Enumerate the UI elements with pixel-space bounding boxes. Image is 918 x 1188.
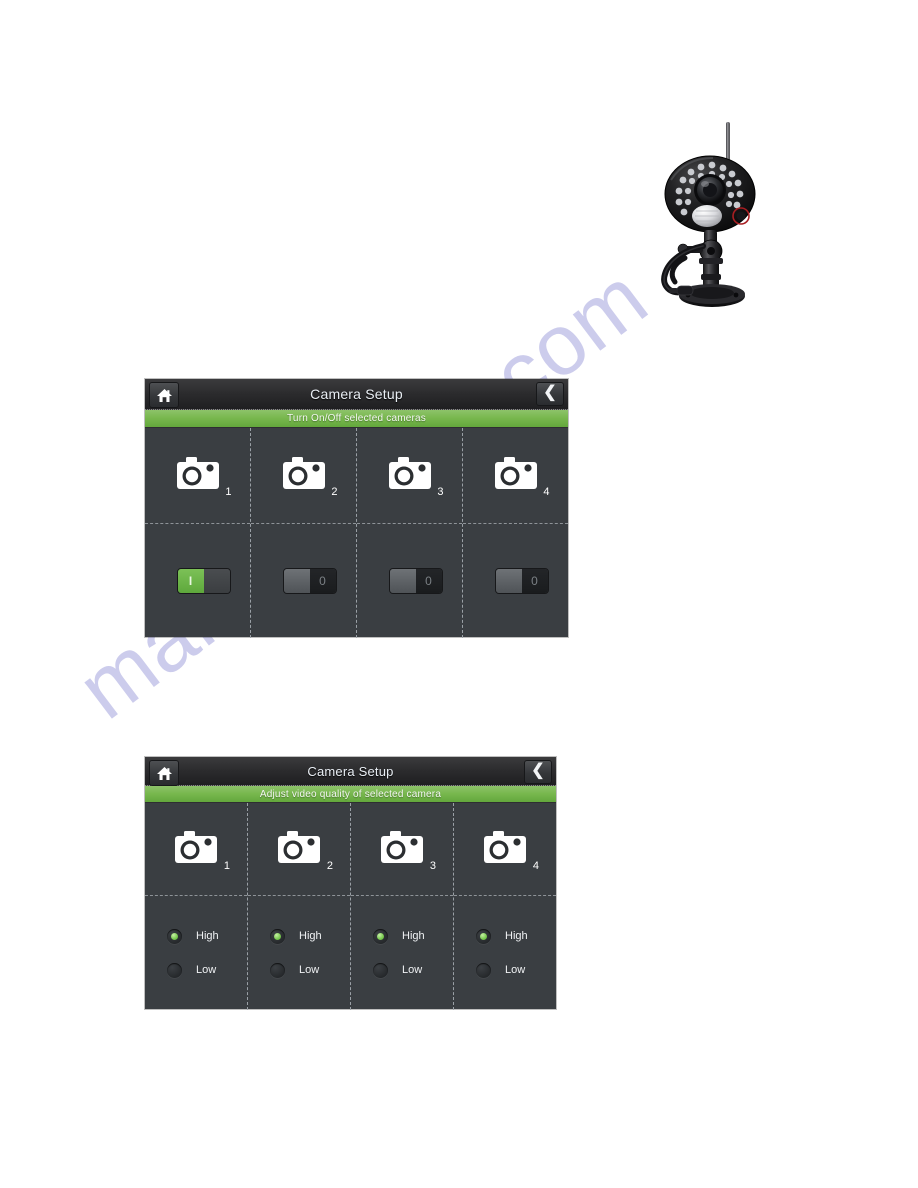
instruction-text: Turn On/Off selected cameras [287, 413, 426, 424]
camera-index-label: 3 [429, 859, 436, 872]
quality-options-cell-1: High Low [145, 896, 247, 1010]
back-button[interactable]: ❮ [536, 382, 564, 406]
camera-index-label: 2 [326, 859, 333, 872]
quality-options-cell-3: High Low [351, 896, 453, 1010]
camera-cell-1[interactable]: 1 [145, 803, 247, 896]
quality-option-high-1[interactable]: High [167, 928, 219, 944]
back-chevron-icon: ❮ [531, 762, 545, 779]
quality-option-label: High [299, 930, 322, 942]
camera-icon [176, 457, 219, 489]
instruction-banner: Adjust video quality of selected camera [145, 786, 556, 803]
wireless-security-camera-photo [655, 118, 810, 313]
quality-option-label: Low [505, 964, 526, 976]
quality-option-label: High [196, 930, 219, 942]
camera-column-1: 1 High Low [145, 803, 247, 1010]
screen-title: Camera Setup [310, 386, 403, 402]
home-icon [156, 388, 172, 402]
camera-cell-3[interactable]: 3 [357, 428, 462, 524]
camera-column-3: 3 0 [356, 428, 462, 638]
camera-power-toggle-1[interactable]: I [176, 568, 231, 594]
camera-index-label: 3 [437, 486, 444, 498]
back-chevron-icon: ❮ [543, 384, 557, 401]
camera-toggle-cell-3: 0 [357, 524, 462, 638]
camera-power-toggle-3[interactable]: 0 [388, 568, 443, 594]
quality-option-label: High [505, 930, 528, 942]
camera-cell-3[interactable]: 3 [351, 803, 453, 896]
toggle-on-segment [283, 569, 310, 593]
quality-option-low-3[interactable]: Low [373, 962, 423, 978]
camera-index-label: 4 [532, 859, 539, 872]
camera-icon [494, 457, 537, 489]
quality-options-cell-4: High Low [454, 896, 556, 1010]
camera-icon [484, 830, 526, 863]
camera-icon [278, 830, 320, 863]
camera-setup-quality-screen: Camera Setup ❮ Adjust video quality of s… [145, 757, 556, 1010]
camera-column-1: 1 I [145, 428, 250, 638]
home-button[interactable] [149, 760, 179, 786]
camera-power-toggle-4[interactable]: 0 [494, 568, 549, 594]
quality-option-high-2[interactable]: High [270, 928, 322, 944]
camera-index-label: 1 [223, 859, 230, 872]
toggle-on-segment: I [177, 569, 204, 593]
toggle-off-segment: 0 [521, 569, 548, 593]
camera-index-label: 1 [225, 486, 232, 498]
camera-icon [175, 830, 217, 863]
camera-column-4: 4 0 [462, 428, 568, 638]
camera-index-label: 4 [543, 486, 550, 498]
home-button[interactable] [149, 382, 179, 408]
radio-led-icon [476, 962, 491, 978]
camera-grid: 1 High Low 2 High Low 3 High Low 4 High … [145, 803, 556, 1010]
camera-icon [282, 457, 325, 489]
camera-toggle-cell-2: 0 [251, 524, 356, 638]
camera-cell-4[interactable]: 4 [463, 428, 568, 524]
camera-icon [388, 457, 431, 489]
camera-column-3: 3 High Low [350, 803, 453, 1010]
home-icon [156, 766, 172, 780]
toggle-on-segment [389, 569, 416, 593]
quality-option-low-2[interactable]: Low [270, 962, 320, 978]
camera-setup-onoff-screen: Camera Setup ❮ Turn On/Off selected came… [145, 379, 568, 638]
instruction-text: Adjust video quality of selected camera [259, 788, 442, 800]
quality-option-label: Low [196, 964, 217, 976]
radio-led-icon [270, 928, 285, 944]
toggle-off-segment [203, 569, 230, 593]
quality-option-label: Low [299, 964, 320, 976]
camera-column-4: 4 High Low [453, 803, 556, 1010]
quality-option-high-4[interactable]: High [476, 928, 528, 944]
quality-options-cell-2: High Low [248, 896, 350, 1010]
quality-option-label: High [402, 930, 425, 942]
toggle-on-segment [495, 569, 522, 593]
quality-option-low-4[interactable]: Low [476, 962, 526, 978]
toggle-off-segment: 0 [415, 569, 442, 593]
camera-toggle-cell-1: I [145, 524, 250, 638]
radio-led-icon [373, 928, 388, 944]
camera-power-toggle-2[interactable]: 0 [282, 568, 337, 594]
quality-option-high-3[interactable]: High [373, 928, 425, 944]
radio-led-icon [373, 962, 388, 978]
camera-index-label: 2 [331, 486, 338, 498]
camera-cell-1[interactable]: 1 [145, 428, 250, 524]
camera-toggle-cell-4: 0 [463, 524, 568, 638]
quality-option-label: Low [402, 964, 423, 976]
titlebar: Camera Setup ❮ [145, 757, 556, 786]
camera-icon [381, 830, 423, 863]
titlebar: Camera Setup ❮ [145, 379, 568, 410]
quality-option-low-1[interactable]: Low [167, 962, 217, 978]
radio-led-icon [167, 928, 182, 944]
camera-column-2: 2 0 [250, 428, 356, 638]
camera-cell-2[interactable]: 2 [251, 428, 356, 524]
camera-cell-4[interactable]: 4 [454, 803, 556, 896]
radio-led-icon [476, 928, 491, 944]
camera-grid: 1 I 2 0 3 0 4 0 [145, 428, 568, 638]
instruction-banner: Turn On/Off selected cameras [145, 410, 568, 428]
camera-cell-2[interactable]: 2 [248, 803, 350, 896]
radio-led-icon [270, 962, 285, 978]
radio-led-icon [167, 962, 182, 978]
camera-column-2: 2 High Low [247, 803, 350, 1010]
back-button[interactable]: ❮ [524, 760, 552, 784]
toggle-off-segment: 0 [309, 569, 336, 593]
screen-title: Camera Setup [307, 763, 394, 779]
